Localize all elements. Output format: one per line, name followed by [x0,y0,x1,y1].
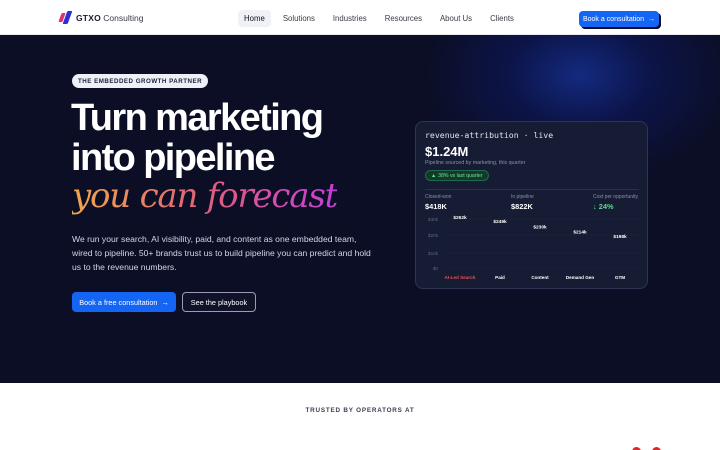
chart-y-tick-label: $30k [428,217,439,222]
trusted-label: TRUSTED BY OPERATORS AT [305,407,415,414]
nav-solutions[interactable]: Solutions [277,10,321,27]
chart-y-tick-label: $0 [433,266,439,271]
chart-y-tick-label: $20k [428,233,439,238]
trusted-section: TRUSTED BY OPERATORS AT [0,383,720,450]
brand-logo[interactable]: GTXO Consulting [58,11,144,24]
see-playbook-button[interactable]: See the playbook [182,292,256,312]
nav-clients[interactable]: Clients [484,10,520,27]
chart-bar-value-label: $214k [573,229,587,235]
main-menu: Home Solutions Industries Resources Abou… [238,10,526,27]
chart-category-label: Demand Gen [566,275,595,280]
chart-bar-value-label: $262k [453,215,467,221]
hero-section: THE EMBEDDED GROWTH PARTNER Turn marketi… [0,35,720,383]
nav-home[interactable]: Home [238,10,271,27]
book-free-consultation-label: Book a free consultation [79,297,158,307]
attribution-bar-chart: $0 $10k $20k $30k $262k AI-Led Search $249k Pai… [428,215,640,280]
brand-suffix: Consulting [100,12,144,23]
arrow-right-icon: → [648,15,656,23]
chart-bar-value-label: $230k [533,225,547,231]
top-navigation: GTXO Consulting Home Solutions Industrie… [0,0,720,35]
revenue-attribution-card: revenue-attribution · live $1.24M Pipeli… [415,121,648,289]
hero-headline-accent: you can forecast [72,176,338,216]
chart-category-label: Content [531,275,549,280]
book-free-consultation-button[interactable]: Book a free consultation → [72,292,176,312]
hero-headline-line1: Turn marketing [71,97,324,139]
hero-headline-line2: into pipeline [71,137,276,179]
book-consultation-button[interactable]: Book a consultation → [579,11,659,27]
nav-industries[interactable]: Industries [327,10,373,27]
chart-category-label: GTM [615,275,625,280]
logo-mark-icon [58,11,73,24]
hero-eyebrow: THE EMBEDDED GROWTH PARTNER [72,74,209,88]
chart-category-label: AI-Led Search [445,275,476,280]
chart-bar-value-label: $249k [493,219,507,225]
chart-category-label: Paid [495,275,505,280]
chart-bar-value-label: $198k [613,234,627,240]
hero-subtext: We run your search, AI visibility, paid,… [72,234,371,272]
brand-name: GTXO [76,12,101,23]
book-consultation-label: Book a consultation [582,15,645,23]
arrow-right-icon: → [161,297,169,307]
chart-y-tick-label: $10k [428,251,439,256]
nav-about-us[interactable]: About Us [434,10,478,27]
nav-resources[interactable]: Resources [379,10,428,27]
